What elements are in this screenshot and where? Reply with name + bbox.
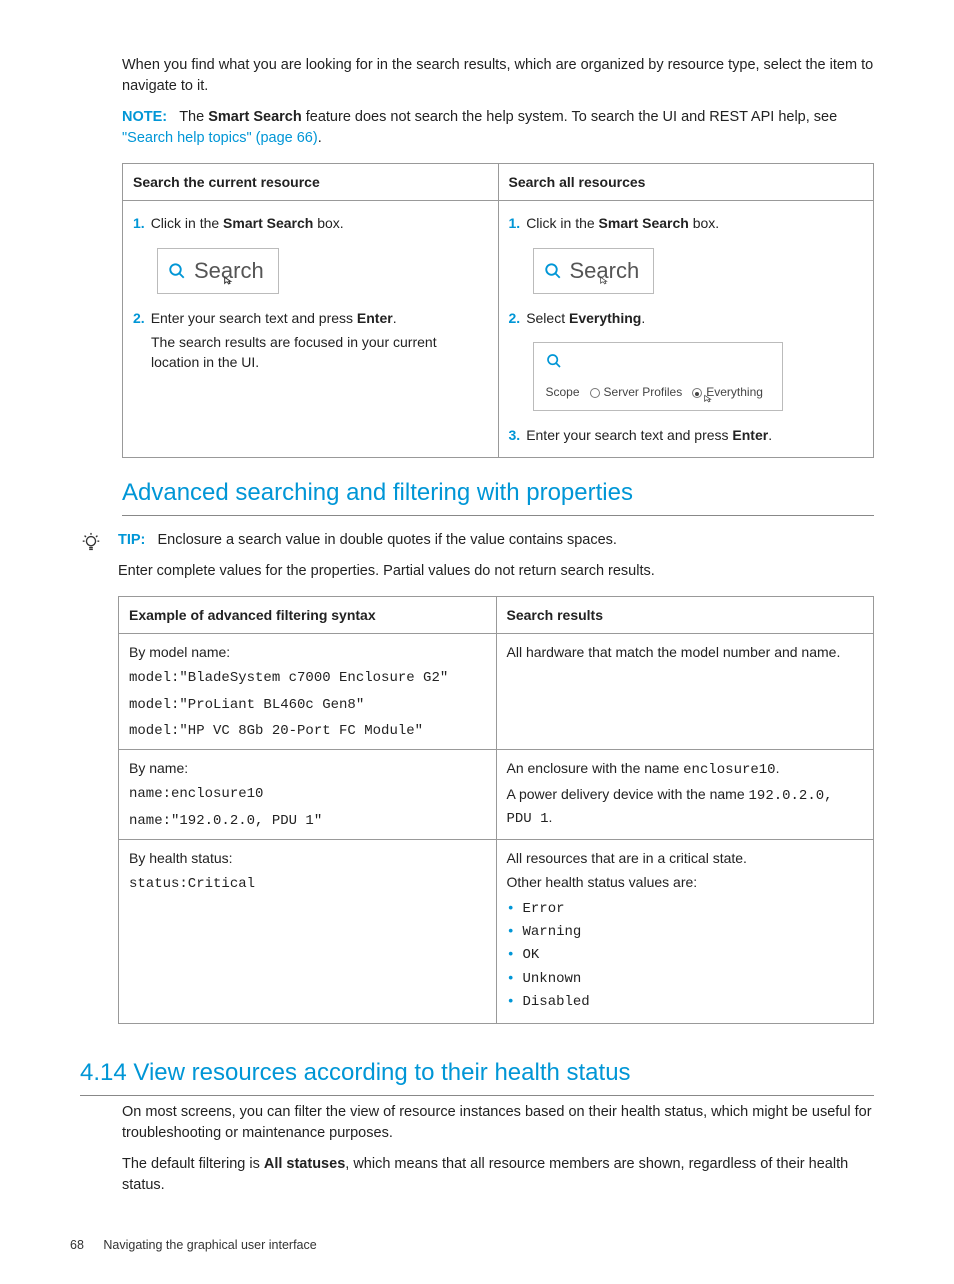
search-icon xyxy=(546,353,562,369)
step2-left-c: . xyxy=(393,310,397,326)
cell-search-current: 1.Click in the Smart Search box. Search … xyxy=(123,201,499,457)
tip-line: TIP: Enclosure a search value in double … xyxy=(118,530,874,551)
cell-search-all: 1.Click in the Smart Search box. Search … xyxy=(498,201,874,457)
search-icon xyxy=(168,262,186,280)
r2-code-1: name:enclosure10 xyxy=(129,784,486,804)
col-header-current: Search the current resource xyxy=(123,164,499,201)
cursor-icon xyxy=(596,269,612,301)
s414-p2: The default filtering is All statuses, w… xyxy=(122,1154,874,1196)
r2-result-2: A power delivery device with the name 19… xyxy=(507,784,864,829)
col-header-results: Search results xyxy=(496,596,874,633)
advanced-filter-table: Example of advanced filtering syntax Sea… xyxy=(118,596,874,1024)
r1-result: All hardware that match the model number… xyxy=(496,633,874,749)
page-number: 68 xyxy=(70,1238,84,1252)
r3-code-1: status:Critical xyxy=(129,874,486,894)
step3-right-a: Enter your search text and press xyxy=(526,427,732,443)
scope-option-server-profiles[interactable]: Server Profiles xyxy=(590,384,683,401)
page-footer: 68 Navigating the graphical user interfa… xyxy=(70,1236,874,1254)
cursor-icon xyxy=(220,269,236,301)
step1-left-b: Smart Search xyxy=(223,215,313,231)
tip-text: Enclosure a search value in double quote… xyxy=(157,532,616,548)
smart-search-box-right[interactable]: Search xyxy=(533,248,655,294)
note-label: NOTE: xyxy=(122,109,167,125)
tip-label: TIP: xyxy=(118,532,145,548)
note-text-1: The xyxy=(179,109,208,125)
step2-right-a: Select xyxy=(526,310,569,326)
note-smart-search: Smart Search xyxy=(208,109,302,125)
tip-sub: Enter complete values for the properties… xyxy=(118,561,874,582)
r2-code-2: name:"192.0.2.0, PDU 1" xyxy=(129,811,486,831)
note-text-2: feature does not search the help system.… xyxy=(302,109,837,125)
r1-code-2: model:"ProLiant BL460c Gen8" xyxy=(129,695,486,715)
r3-result-1: All resources that are in a critical sta… xyxy=(507,848,864,868)
note-text-3: . xyxy=(318,130,322,146)
r2-label: By name: xyxy=(129,758,486,778)
scope-label: Scope xyxy=(546,384,580,401)
table-row: By model name: model:"BladeSystem c7000 … xyxy=(119,633,874,749)
heading-4-14: 4.14 View resources according to their h… xyxy=(80,1056,874,1096)
footer-title: Navigating the graphical user interface xyxy=(103,1238,316,1252)
step1-left-a: Click in the xyxy=(151,215,223,231)
step2-left-a: Enter your search text and press xyxy=(151,310,357,326)
col-header-example: Example of advanced filtering syntax xyxy=(119,596,497,633)
step1-right-a: Click in the xyxy=(526,215,598,231)
heading-advanced-searching: Advanced searching and filtering with pr… xyxy=(122,476,874,516)
step1-left-c: box. xyxy=(313,215,343,231)
step3-right-c: . xyxy=(768,427,772,443)
status-unknown: Unknown xyxy=(507,969,864,989)
step2-right-b: Everything xyxy=(569,310,641,326)
tip-lightbulb-icon xyxy=(80,532,102,561)
r1-code-1: model:"BladeSystem c7000 Enclosure G2" xyxy=(129,668,486,688)
table-row: By name: name:enclosure10 name:"192.0.2.… xyxy=(119,750,874,840)
scope-option-everything[interactable]: Everything xyxy=(692,384,763,401)
status-values-list: Error Warning OK Unknown Disabled xyxy=(507,899,864,1012)
r2-result-1: An enclosure with the name enclosure10. xyxy=(507,758,864,780)
col-header-all: Search all resources xyxy=(498,164,874,201)
step-1-right: 1.Click in the Smart Search box. xyxy=(509,213,864,233)
step3-right-b: Enter xyxy=(732,427,768,443)
step-2-left: 2.Enter your search text and press Enter… xyxy=(133,308,488,328)
step2-left-sub: The search results are focused in your c… xyxy=(151,332,488,373)
r1-code-3: model:"HP VC 8Gb 20-Port FC Module" xyxy=(129,721,486,741)
step2-right-c: . xyxy=(641,310,645,326)
status-warning: Warning xyxy=(507,922,864,942)
r1-label: By model name: xyxy=(129,642,486,662)
r3-result-2: Other health status values are: xyxy=(507,872,864,892)
step-3-right: 3.Enter your search text and press Enter… xyxy=(509,425,864,445)
search-instructions-table: Search the current resource Search all r… xyxy=(122,163,874,458)
status-disabled: Disabled xyxy=(507,992,864,1012)
smart-search-box-left[interactable]: Search xyxy=(157,248,279,294)
intro-paragraph: When you find what you are looking for i… xyxy=(122,55,874,97)
cursor-icon xyxy=(700,394,716,415)
step1-right-b: Smart Search xyxy=(599,215,689,231)
step2-left-b: Enter xyxy=(357,310,393,326)
s414-p1: On most screens, you can filter the view… xyxy=(122,1102,874,1144)
note-block: NOTE: The Smart Search feature does not … xyxy=(122,107,874,149)
step1-right-c: box. xyxy=(689,215,719,231)
r3-label: By health status: xyxy=(129,848,486,868)
note-link-search-help[interactable]: "Search help topics" (page 66) xyxy=(122,130,318,146)
table-row: By health status: status:Critical All re… xyxy=(119,840,874,1024)
search-icon xyxy=(544,262,562,280)
scope-selector[interactable]: Scope Server Profiles Everything xyxy=(533,342,783,411)
step-1-left: 1.Click in the Smart Search box. xyxy=(133,213,488,233)
step-2-right: 2.Select Everything. xyxy=(509,308,864,328)
status-error: Error xyxy=(507,899,864,919)
status-ok: OK xyxy=(507,945,864,965)
